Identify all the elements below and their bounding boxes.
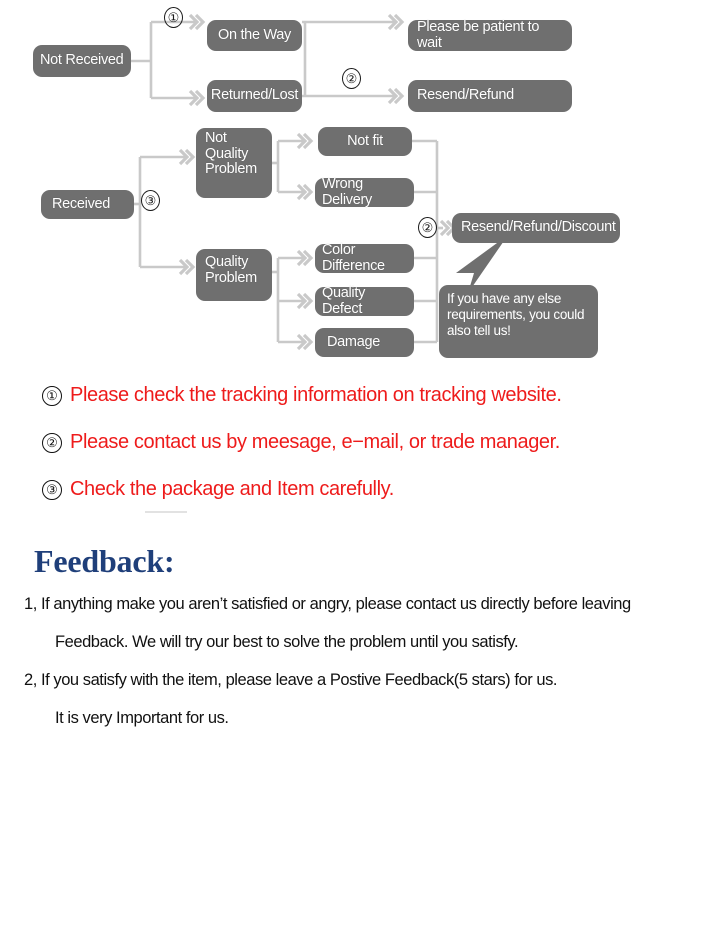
scan-artifact-line xyxy=(145,511,187,513)
diagram-marker-2-right: ② xyxy=(418,217,437,238)
node-wrong-delivery[interactable]: Wrong Delivery xyxy=(315,175,414,208)
node-label-line1: Quality xyxy=(205,254,249,270)
node-label-line1: Not xyxy=(205,130,227,146)
marker-label: ② xyxy=(421,219,434,235)
instruction-number: ① xyxy=(42,385,62,406)
feedback-title: Feedback: xyxy=(34,543,175,579)
bubble-line-3: also tell us! xyxy=(447,322,511,338)
instruction-text: Please check the tracking information on… xyxy=(70,384,562,406)
node-label-line2: Problem xyxy=(205,269,257,286)
node-returned-lost[interactable]: Returned/Lost xyxy=(207,80,302,112)
bubble-line-2: requirements, you could xyxy=(447,306,585,322)
feedback-section: Feedback: 1, If anything make you aren’t… xyxy=(0,545,710,728)
node-not-fit[interactable]: Not fit xyxy=(318,127,412,156)
node-label-line2: Quality xyxy=(205,145,249,162)
page-root: Not Received On the Way Returned/Lost Pl… xyxy=(0,0,710,937)
diagram-marker-1: ① xyxy=(164,7,183,28)
node-not-quality-problem[interactable]: Not Quality Problem xyxy=(196,128,272,198)
node-label: Returned/Lost xyxy=(210,87,299,104)
marker-label: ③ xyxy=(144,192,157,208)
order-issue-flowchart: Not Received On the Way Returned/Lost Pl… xyxy=(0,0,710,372)
node-resend-refund[interactable]: Resend/Refund xyxy=(408,80,572,112)
node-label: Not fit xyxy=(347,132,383,149)
diagram-marker-3: ③ xyxy=(141,190,160,211)
bubble-line-1: If you have any else xyxy=(447,291,562,306)
instruction-list: ① Please check the tracking information … xyxy=(0,372,710,513)
node-on-the-way[interactable]: On the Way xyxy=(207,20,302,51)
node-received[interactable]: Received xyxy=(41,190,134,219)
node-not-received[interactable]: Not Received xyxy=(33,45,131,77)
diagram-marker-2-top: ② xyxy=(342,68,361,89)
node-color-difference[interactable]: Color Difference xyxy=(315,241,414,274)
node-label: Please be patient to wait xyxy=(417,18,540,51)
node-quality-defect[interactable]: Quality Defect xyxy=(315,284,414,317)
instruction-item: ③ Check the package and Item carefully. xyxy=(0,466,710,513)
instruction-item: ② Please contact us by meesage, e−mail, … xyxy=(0,419,710,466)
instruction-item: ① Please check the tracking information … xyxy=(0,372,710,419)
node-quality-problem[interactable]: Quality Problem xyxy=(196,249,272,301)
feedback-line: It is very Important for us. xyxy=(55,709,229,727)
node-damage[interactable]: Damage xyxy=(315,328,414,357)
feedback-line: Feedback. We will try our best to solve … xyxy=(55,633,519,651)
node-label: On the Way xyxy=(217,26,292,43)
instruction-number: ③ xyxy=(42,479,62,500)
instruction-number: ② xyxy=(42,432,62,453)
node-label: Received xyxy=(52,195,111,212)
node-label: Not Received xyxy=(40,52,124,69)
marker-label: ② xyxy=(345,70,358,86)
feedback-line: 2, If you satisfy with the item, please … xyxy=(24,671,558,689)
feedback-line: 1, If anything make you aren’t satisfied… xyxy=(24,595,631,613)
node-label: Damage xyxy=(327,333,381,350)
node-label: Wrong Delivery xyxy=(322,175,372,208)
speech-bubble-extra-requirements: If you have any else requirements, you c… xyxy=(439,285,598,358)
node-label: Quality Defect xyxy=(322,284,366,317)
marker-label: ① xyxy=(167,9,180,25)
node-label: Resend/Refund xyxy=(417,87,514,104)
node-label: Color Difference xyxy=(322,241,385,274)
node-label-line3: Problem xyxy=(205,161,257,178)
node-please-be-patient[interactable]: Please be patient to wait xyxy=(408,18,572,51)
instruction-text: Please contact us by meesage, e−mail, or… xyxy=(70,431,560,453)
instruction-text: Check the package and Item carefully. xyxy=(70,478,394,500)
